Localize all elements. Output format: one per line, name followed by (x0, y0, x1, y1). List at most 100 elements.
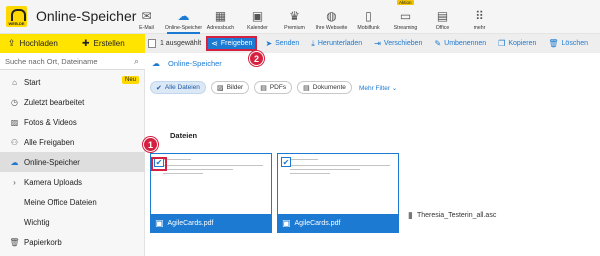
cloud-icon: ☁ (10, 157, 19, 167)
delete-button[interactable]: 🗑 Löschen (548, 39, 588, 48)
sidebar-item-recent[interactable]: ◷ Zuletzt bearbeitet (0, 92, 145, 112)
search-icon[interactable]: ⌕ (134, 56, 139, 67)
image-icon: ▨ (10, 117, 19, 127)
website-icon: ◍ (326, 9, 337, 23)
sidebar-item-start[interactable]: ⌂ Start Neu (0, 72, 145, 92)
file-preview (278, 154, 398, 215)
sidebar-item-online-speicher[interactable]: ☁ Online-Speicher (0, 152, 145, 172)
create-toolbar: ⇪ Hochladen ✚ Erstellen (0, 34, 145, 53)
main-nav: ✉ E-Mail ☁ Online-Speicher ▦ Adressbuch ▣ Ka… (128, 0, 498, 34)
filter-images[interactable]: ▨ Bilder (210, 81, 250, 94)
image-icon: ▨ (216, 84, 224, 92)
file-name: AgileCards.pdf (294, 219, 341, 227)
selected-count: 1 ausgewählt (159, 40, 202, 47)
mail-icon: ✉ (141, 9, 152, 23)
trash-icon: 🗑 (9, 237, 20, 247)
search-input[interactable]: Suche nach Ort, Dateiname ⌕ (0, 53, 145, 70)
send-icon: ➤ (265, 39, 273, 48)
app-title: Online-Speicher (36, 8, 137, 24)
sidebar-item-trash[interactable]: 🗑 Papierkorb (0, 232, 145, 252)
nav-online-speicher[interactable]: ☁ Online-Speicher (165, 0, 202, 34)
calendar-icon: ▣ (251, 9, 264, 23)
step-marker-1: 1 (143, 137, 158, 152)
nav-mobilfunk[interactable]: ▯ Mobilfunk (350, 0, 387, 34)
share-icon: ⋖ (211, 39, 218, 48)
file-preview (151, 154, 271, 215)
home-icon: ⌂ (12, 77, 17, 87)
crown-icon: ♛ (289, 9, 300, 23)
check-icon: ✔ (156, 84, 162, 92)
phone-icon: ▯ (365, 9, 372, 23)
trash-icon: 🗑 (548, 39, 559, 48)
pdf-icon: ▣ (155, 217, 164, 228)
rename-button[interactable]: ✎ Umbenennen (434, 39, 486, 48)
pdf-icon: ▣ (282, 217, 291, 228)
file-card[interactable]: ✔ ▣ AgileCards.pdf (150, 153, 272, 233)
download-button[interactable]: ⤓ Herunterladen (311, 39, 362, 49)
copy-button[interactable]: ❐ Kopieren (498, 39, 536, 48)
section-title: Dateien (170, 131, 198, 140)
download-icon: ⤓ (311, 38, 315, 48)
sidebar-item-office-files[interactable]: Meine Office Dateien (0, 192, 145, 212)
pencil-icon: ✎ (434, 39, 442, 48)
sidebar-item-photos[interactable]: ▨ Fotos & Videos (0, 112, 145, 132)
nav-kalender[interactable]: ▣ Kalender (239, 0, 276, 34)
nav-mehr[interactable]: ⠿ mehr (461, 0, 498, 34)
more-filters-dropdown[interactable]: Mehr Filter ⌄ (359, 84, 397, 92)
nav-streaming[interactable]: Aktion ▭ Streaming (387, 0, 424, 34)
nav-premium[interactable]: ♛ Premium (276, 0, 313, 34)
cloud-icon: ☁ (152, 59, 160, 68)
sidebar: Suche nach Ort, Dateiname ⌕ ⌂ Start Neu ◷ Z… (0, 53, 145, 256)
breadcrumb-online-speicher[interactable]: Online-Speicher (168, 59, 222, 68)
people-icon: ⚇ (10, 137, 19, 147)
filter-all-files[interactable]: ✔ Alle Dateien (150, 81, 206, 94)
grid-icon: ⠿ (475, 9, 484, 23)
move-button[interactable]: ⇥ Verschieben (374, 39, 422, 48)
send-button[interactable]: ➤ Senden (265, 39, 299, 48)
new-file-icon: ✚ (82, 38, 90, 48)
filter-pdfs[interactable]: ▤ PDFs (254, 81, 293, 94)
office-icon: ▤ (436, 9, 449, 23)
sidebar-item-shares[interactable]: ⚇ Alle Freigaben (0, 132, 145, 152)
chevron-down-icon: ⌄ (391, 84, 398, 92)
file-checkbox[interactable]: ✔ (281, 157, 291, 167)
aktion-badge: Aktion (397, 0, 414, 5)
cloud-icon: ☁ (177, 9, 190, 23)
upload-icon: ⇪ (8, 38, 16, 48)
file-name: Theresia_Testerin_all.asc (416, 211, 497, 219)
document-icon: ▤ (303, 84, 310, 92)
nav-adressbuch[interactable]: ▦ Adressbuch (202, 0, 239, 34)
tv-icon: ▭ (399, 9, 412, 23)
clock-icon: ◷ (11, 97, 18, 107)
chevron-right-icon[interactable]: › (8, 178, 21, 187)
select-all-checkbox[interactable] (148, 39, 156, 48)
file-card[interactable]: ▮ Theresia_Testerin_all.asc (404, 197, 526, 233)
new-badge: Neu (121, 76, 139, 84)
breadcrumb: ☁ Online-Speicher (152, 59, 222, 68)
file-footer: ▣ AgileCards.pdf (151, 214, 271, 232)
share-button[interactable]: ⋖ Freigeben (206, 36, 258, 51)
pdf-icon: ▤ (260, 84, 267, 92)
nav-office[interactable]: ▤ Office (424, 0, 461, 34)
highlight-checkbox (151, 157, 167, 171)
filter-documents[interactable]: ▤ Dokumente (297, 81, 352, 94)
nav-webseite[interactable]: ◍ Ihre Webseite (313, 0, 350, 34)
nav-email[interactable]: ✉ E-Mail (128, 0, 165, 34)
filter-bar: ✔ Alle Dateien ▨ Bilder ▤ PDFs ▤ Dokumente M… (150, 81, 397, 94)
create-button[interactable]: ✚ Erstellen (82, 38, 125, 49)
sidebar-item-wichtig[interactable]: Wichtig (0, 212, 145, 232)
webde-logo[interactable]: WEB.DE (6, 6, 27, 27)
file-card[interactable]: ✔ ▣ AgileCards.pdf (277, 153, 399, 233)
top-app-bar: WEB.DE Online-Speicher ✉ E-Mail ☁ Online-S… (0, 0, 600, 34)
file-footer: ▮ Theresia_Testerin_all.asc (404, 197, 526, 233)
file-footer: ▣ AgileCards.pdf (278, 214, 398, 232)
upload-button[interactable]: ⇪ Hochladen (8, 38, 58, 49)
action-toolbar: 1 ausgewählt ⋖ Freigeben ➤ Senden ⤓ Herunte… (145, 34, 600, 53)
copy-icon: ❐ (498, 39, 506, 48)
address-book-icon: ▦ (214, 9, 227, 23)
step-marker-2: 2 (249, 51, 264, 66)
file-name: AgileCards.pdf (167, 219, 214, 227)
move-icon: ⇥ (374, 39, 381, 48)
sidebar-item-camera-uploads[interactable]: › Kamera Uploads (0, 172, 145, 192)
file-icon: ▮ (408, 209, 413, 220)
